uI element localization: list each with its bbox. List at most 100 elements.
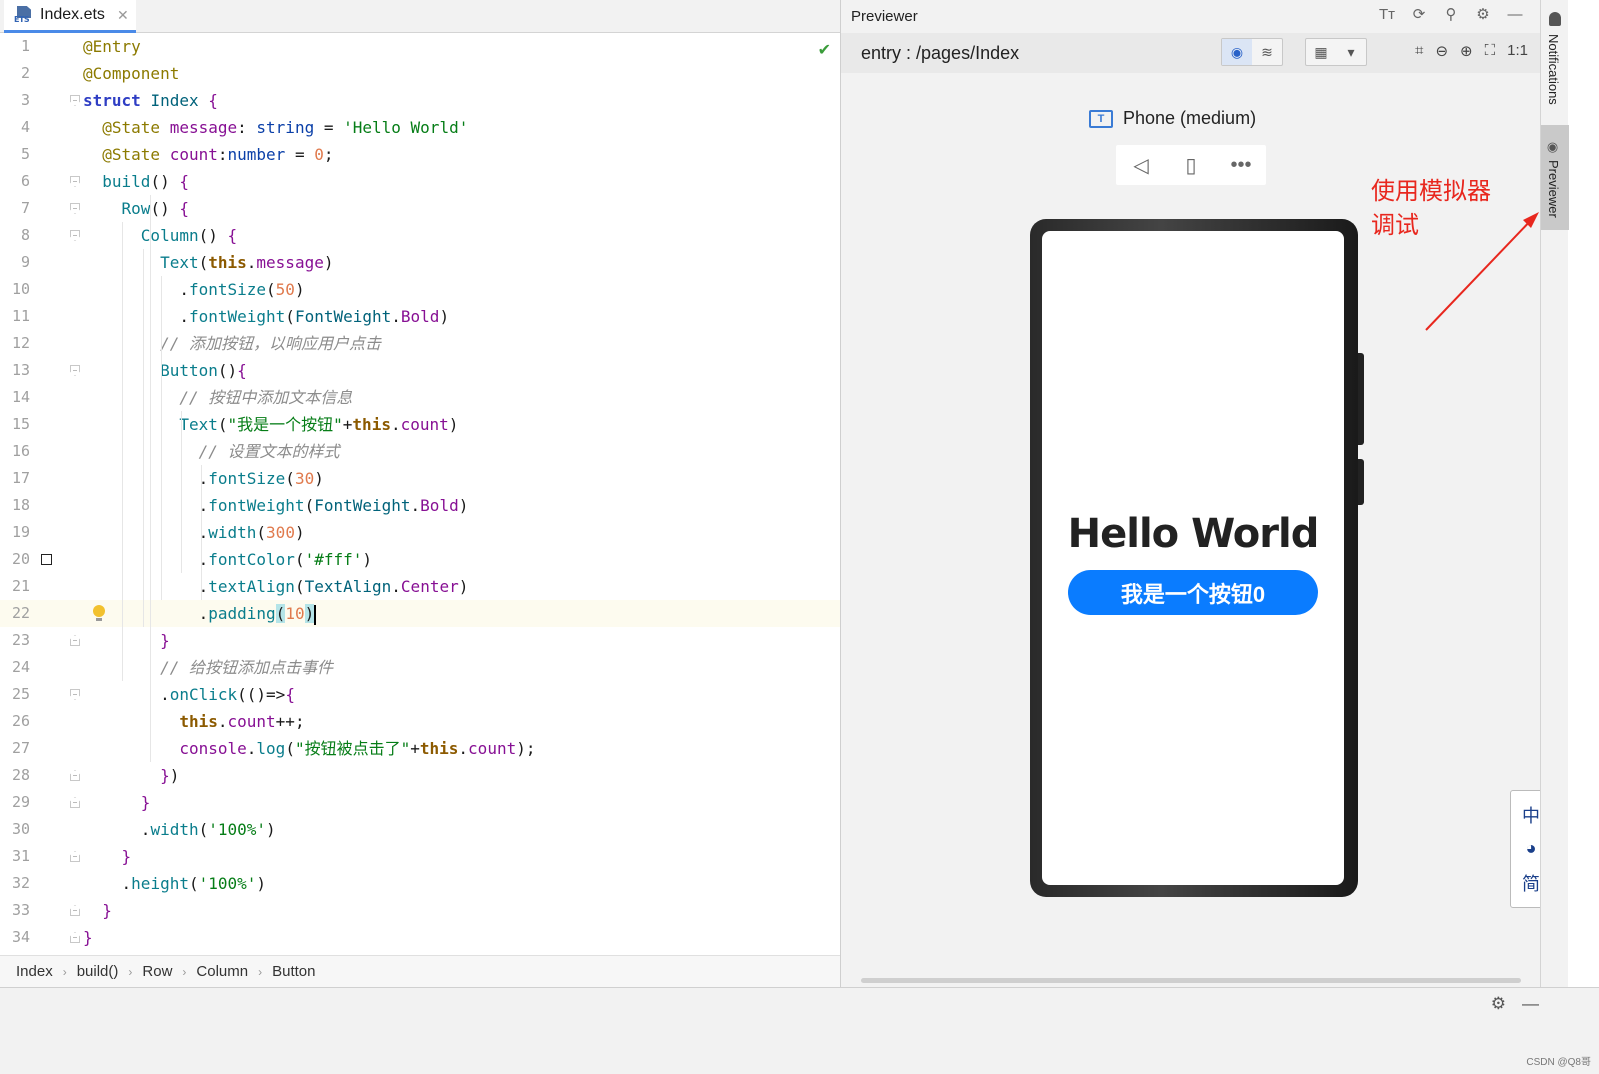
code-line[interactable]: 29 } <box>0 789 858 816</box>
bell-icon[interactable] <box>1549 12 1561 26</box>
code-text: @State message: string = 'Hello World' <box>102 118 469 137</box>
code-line[interactable]: 10 .fontSize(50) <box>0 276 858 303</box>
code-text: } <box>140 793 151 812</box>
fold-icon[interactable] <box>70 932 80 943</box>
code-line[interactable]: 34} <box>0 924 858 951</box>
code-line[interactable]: 7 Row() { <box>0 195 858 222</box>
fold-icon[interactable] <box>70 689 80 700</box>
line-number: 15 <box>11 415 30 433</box>
rotate-icon[interactable]: ▯ <box>1166 145 1216 185</box>
code-line[interactable]: 33 } <box>0 897 858 924</box>
device-select[interactable]: ▦ ▾ <box>1305 38 1367 66</box>
line-number: 17 <box>11 469 30 487</box>
code-line[interactable]: 15 Text("我是一个按钮"+this.count) <box>0 411 858 438</box>
fold-icon[interactable] <box>70 203 80 214</box>
code-line[interactable]: 20 .fontColor('#fff') <box>0 546 858 573</box>
code-line[interactable]: 5 @State count:number = 0; <box>0 141 858 168</box>
zoom-in-icon[interactable]: ⊕ <box>1460 42 1473 60</box>
line-number: 22 <box>11 604 30 622</box>
fold-icon[interactable] <box>70 851 80 862</box>
code-line[interactable]: 6 build() { <box>0 168 858 195</box>
font-size-icon[interactable]: Tт <box>1377 5 1397 25</box>
code-text: Column() { <box>140 226 238 245</box>
fold-icon[interactable] <box>70 770 80 781</box>
crop-icon[interactable]: ⌗ <box>1415 42 1423 60</box>
code-line[interactable]: 31 } <box>0 843 858 870</box>
indent-guide <box>161 276 162 600</box>
code-line[interactable]: 26 this.count++; <box>0 708 858 735</box>
line-number: 8 <box>20 226 30 244</box>
code-line[interactable]: 19 .width(300) <box>0 519 858 546</box>
back-icon[interactable]: ◁ <box>1116 145 1166 185</box>
indent-guide <box>201 465 202 600</box>
horizontal-scrollbar[interactable] <box>861 978 1521 983</box>
line-number: 33 <box>11 901 30 919</box>
hello-text: Hello World <box>1067 511 1320 557</box>
fold-icon[interactable] <box>70 365 80 376</box>
refresh-icon[interactable]: ⟳ <box>1409 5 1429 25</box>
code-line[interactable]: 30 .width('100%') <box>0 816 858 843</box>
minimize-icon[interactable]: — <box>1522 994 1539 1014</box>
code-line[interactable]: 13 Button(){ <box>0 357 858 384</box>
breadcrumb-item[interactable]: Column <box>196 963 248 980</box>
fit-icon[interactable]: ⛶ <box>1485 42 1496 60</box>
breadcrumb-item[interactable]: Index <box>16 963 53 980</box>
ime-option[interactable]: 中 <box>1522 802 1540 828</box>
code-line[interactable]: 23 } <box>0 627 858 654</box>
breadcrumb-item[interactable]: Row <box>142 963 172 980</box>
ime-option[interactable]: 简 <box>1522 870 1540 896</box>
code-text: // 添加按钮，以响应用户点击 <box>160 334 381 353</box>
code-line[interactable]: 14 // 按钮中添加文本信息 <box>0 384 858 411</box>
gear-icon[interactable]: ⚙ <box>1491 994 1506 1014</box>
code-line[interactable]: 9 Text(this.message) <box>0 249 858 276</box>
line-number: 27 <box>11 739 30 757</box>
code-line[interactable]: 21 .textAlign(TextAlign.Center) <box>0 573 858 600</box>
indent-guide <box>150 195 151 762</box>
eye-icon[interactable]: ◉ <box>1222 39 1252 65</box>
ime-option[interactable]: ◕ <box>1526 838 1537 859</box>
previewer-tab[interactable]: Previewer <box>1546 160 1561 218</box>
code-text: @State count:number = 0; <box>102 145 334 164</box>
code-line[interactable]: 17 .fontSize(30) <box>0 465 858 492</box>
debug-icon[interactable]: ⚲ <box>1441 5 1461 25</box>
close-icon[interactable]: ✕ <box>117 7 129 24</box>
code-text: Button(){ <box>160 361 247 380</box>
code-line[interactable]: 18 .fontWeight(FontWeight.Bold) <box>0 492 858 519</box>
fold-icon[interactable] <box>70 797 80 808</box>
code-line[interactable]: 1 @Entry <box>0 33 858 60</box>
code-line[interactable]: 28 }) <box>0 762 858 789</box>
fold-icon[interactable] <box>70 905 80 916</box>
chevron-right-icon: › <box>182 964 187 979</box>
fold-icon[interactable] <box>70 176 80 187</box>
minimize-icon[interactable]: — <box>1505 5 1525 25</box>
code-line[interactable]: 22 .padding(10) <box>0 600 858 627</box>
code-line[interactable]: 2 @Component <box>0 60 858 87</box>
code-line[interactable]: 11 .fontWeight(FontWeight.Bold) <box>0 303 858 330</box>
code-line[interactable]: 8 Column() { <box>0 222 858 249</box>
zoom-out-icon[interactable]: ⊖ <box>1435 42 1448 60</box>
more-icon[interactable]: ••• <box>1216 145 1266 185</box>
notifications-tab[interactable]: Notifications <box>1546 34 1561 105</box>
layers-icon[interactable]: ≋ <box>1252 39 1282 65</box>
actual-size-button[interactable]: 1:1 <box>1507 42 1528 60</box>
fold-icon[interactable] <box>70 635 80 646</box>
code-line[interactable]: 16 // 设置文本的样式 <box>0 438 858 465</box>
code-line[interactable]: 3 struct Index { <box>0 87 858 114</box>
code-line[interactable]: 24 // 给按钮添加点击事件 <box>0 654 858 681</box>
code-area[interactable]: 1 @Entry 2 @Component 3 struct Index {4 @Stat… <box>0 33 858 955</box>
fold-icon[interactable] <box>70 230 80 241</box>
gear-icon[interactable]: ⚙ <box>1473 5 1493 25</box>
fold-icon[interactable] <box>70 95 80 106</box>
tab-index-ets[interactable]: ETS Index.ets ✕ <box>4 0 136 33</box>
code-line[interactable]: 27 console.log("按钮被点击了"+this.count); <box>0 735 858 762</box>
chevron-right-icon: › <box>258 964 263 979</box>
code-line[interactable]: 25 .onClick(()=>{ <box>0 681 858 708</box>
breadcrumb-item[interactable]: Button <box>272 963 315 980</box>
app-button[interactable]: 我是一个按钮0 <box>1068 570 1318 615</box>
breadcrumb-item[interactable]: build() <box>77 963 119 980</box>
code-line[interactable]: 4 @State message: string = 'Hello World' <box>0 114 858 141</box>
code-line[interactable]: 32 .height('100%') <box>0 870 858 897</box>
code-line[interactable]: 12 // 添加按钮，以响应用户点击 <box>0 330 858 357</box>
color-swatch-icon[interactable] <box>41 554 52 565</box>
code-text: .padding(10) <box>83 604 317 625</box>
